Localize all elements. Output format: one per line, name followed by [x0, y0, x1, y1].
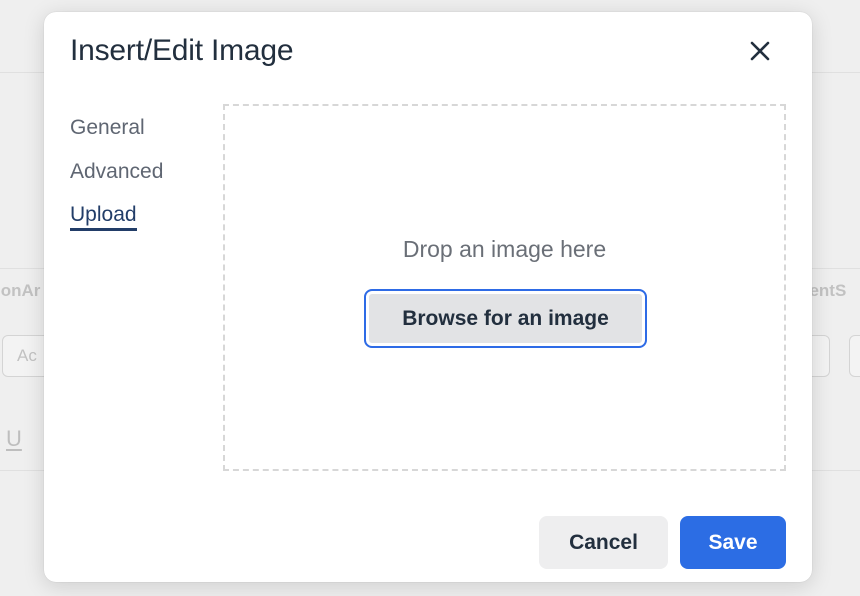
insert-edit-image-dialog: Insert/Edit Image General Advanced Uploa…	[44, 12, 812, 582]
tab-advanced[interactable]: Advanced	[70, 150, 163, 194]
tab-label: General	[70, 116, 145, 139]
dialog-tabs: General Advanced Upload	[70, 106, 220, 238]
cancel-button[interactable]: Cancel	[539, 516, 668, 569]
tab-label: Upload	[70, 202, 137, 231]
tab-label: Advanced	[70, 160, 164, 183]
close-icon	[744, 41, 776, 61]
dialog-title: Insert/Edit Image	[70, 34, 294, 67]
drop-instruction: Drop an image here	[402, 236, 607, 262]
save-button[interactable]: Save	[680, 516, 786, 569]
close-button[interactable]	[744, 35, 776, 67]
underline-icon: U	[6, 426, 22, 451]
browse-image-button[interactable]: Browse for an image	[364, 289, 647, 348]
tab-general[interactable]: General	[70, 106, 145, 150]
tab-upload[interactable]: Upload	[70, 194, 137, 238]
image-dropzone[interactable]: Drop an image here Browse for an image	[223, 104, 786, 471]
background-field-far-right	[849, 335, 860, 377]
background-label-left: ionAr	[0, 281, 41, 300]
